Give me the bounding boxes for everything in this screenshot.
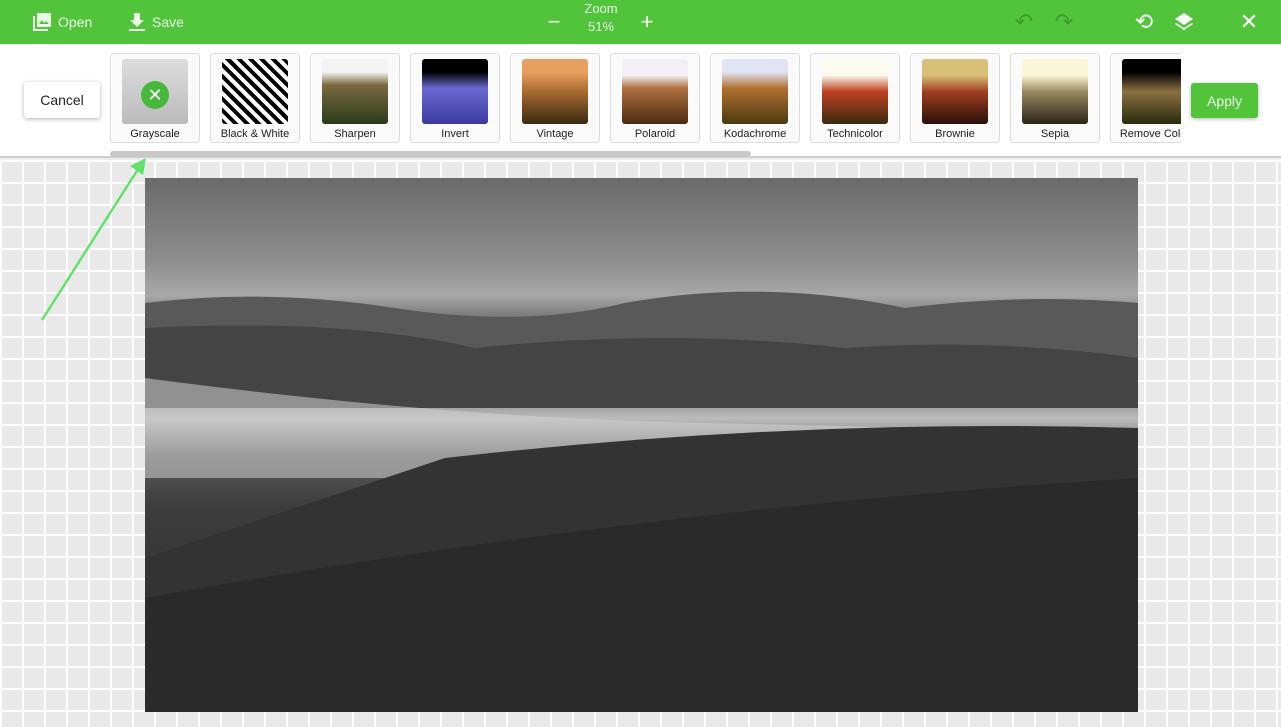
annotation-arrow <box>40 158 146 321</box>
